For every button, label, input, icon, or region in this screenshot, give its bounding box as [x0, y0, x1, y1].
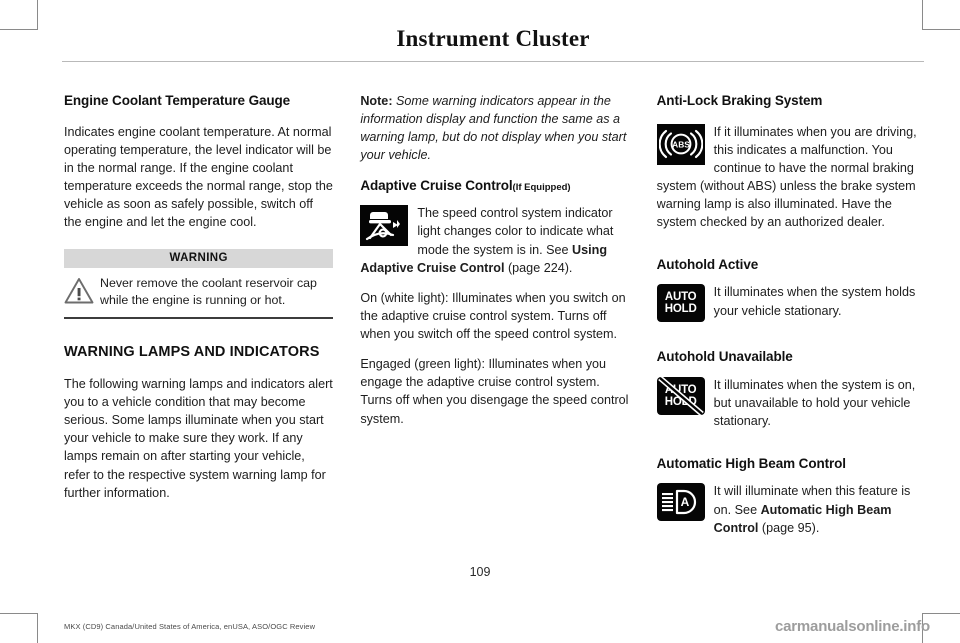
crop-mark-top-right [922, 0, 960, 30]
heading-autohold-active: Autohold Active [656, 256, 759, 272]
autohold-active-line-1: AUTO [664, 290, 697, 303]
warning-triangle-icon [64, 277, 94, 309]
svg-text:ABS: ABS [672, 140, 690, 150]
autohold-active-icon: AUTO HOLD [656, 284, 705, 323]
warning-body: Never remove the coolant reservoir cap w… [64, 268, 334, 319]
paragraph-note: Note: Some warning indicators appear in … [360, 92, 629, 165]
automatic-high-beam-icon: A [656, 483, 705, 522]
column-right: Anti-Lock Braking System ABS If it illum… [656, 92, 926, 535]
heading-adaptive-cruise-control: Adaptive Cruise Control(If Equipped) [360, 177, 629, 195]
acc-text-part-2: (page 224). [504, 260, 573, 275]
footer-note: MKX (CD9) Canada/United States of Americ… [64, 622, 316, 631]
heading-adaptive-cruise-control-subtext: (If Equipped) [512, 181, 571, 193]
high-beam-letter: A [680, 496, 689, 510]
paragraph-engine-coolant: Indicates engine coolant temperature. At… [64, 124, 333, 230]
warning-label: WARNING [64, 248, 334, 268]
paragraph-acc-on: On (white light): Illuminates when you s… [360, 290, 626, 342]
warning-box: WARNING Never remove the coolant reservo… [64, 248, 334, 319]
heading-adaptive-cruise-control-text: Adaptive Cruise Control [360, 177, 513, 193]
indicator-autohold-active: AUTO HOLD It illuminates when the system… [656, 283, 926, 324]
autohold-active-description: It illuminates when the system holds you… [713, 285, 916, 318]
watermark: carmanualsonline.info [775, 618, 930, 635]
autohold-unavailable-icon: AUTO HOLD [656, 376, 705, 417]
heading-autohold-unavailable: Autohold Unavailable [656, 349, 793, 365]
autohold-unavailable-description: It illuminates when the system is on, bu… [713, 378, 916, 429]
indicator-autohold-unavailable: AUTO HOLD It illuminates when the system… [656, 376, 926, 430]
header-divider [62, 61, 924, 62]
high-beam-text-part-2: (page 95). [758, 520, 820, 535]
crop-mark-top-left [0, 0, 38, 30]
paragraph-warning-lamps: The following warning lamps and indicato… [64, 376, 333, 500]
heading-warning-lamps-and-indicators: WARNING LAMPS AND INDICATORS [64, 343, 320, 360]
heading-anti-lock-braking-system: Anti-Lock Braking System [656, 93, 823, 108]
indicator-anti-lock-braking-system: ABS If it illuminates when you are drivi… [656, 123, 926, 232]
warning-text: Never remove the coolant reservoir cap w… [100, 275, 317, 308]
autohold-unavailable-line-2: HOLD [664, 396, 697, 409]
heading-automatic-high-beam-control: Automatic High Beam Control [656, 455, 846, 471]
crop-mark-bottom-left [0, 613, 38, 643]
note-label: Note: [360, 94, 393, 108]
heading-engine-coolant-temperature-gauge: Engine Coolant Temperature Gauge [64, 93, 291, 108]
automatic-high-beam-description: It will illuminate when this feature is … [714, 484, 911, 534]
content-columns: Engine Coolant Temperature Gauge Indicat… [64, 92, 926, 535]
page-number: 109 [469, 565, 491, 579]
page-title: Instrument Cluster [396, 26, 590, 51]
column-middle: Note: Some warning indicators appear in … [360, 92, 629, 532]
autohold-unavailable-line-1: AUTO [664, 383, 697, 396]
indicator-adaptive-cruise-control: The speed control system indicator light… [360, 204, 629, 277]
adaptive-cruise-control-icon [360, 205, 409, 247]
autohold-active-line-2: HOLD [664, 303, 697, 316]
note-text: Some warning indicators appear in the in… [360, 94, 627, 163]
abs-warning-icon: ABS [656, 123, 705, 165]
paragraph-acc-engaged: Engaged (green light): Illuminates when … [360, 357, 629, 426]
column-left: Engine Coolant Temperature Gauge Indicat… [64, 92, 334, 532]
indicator-automatic-high-beam: A It will illuminate when this feature i… [656, 482, 926, 536]
page-header: Instrument Cluster [62, 26, 924, 62]
